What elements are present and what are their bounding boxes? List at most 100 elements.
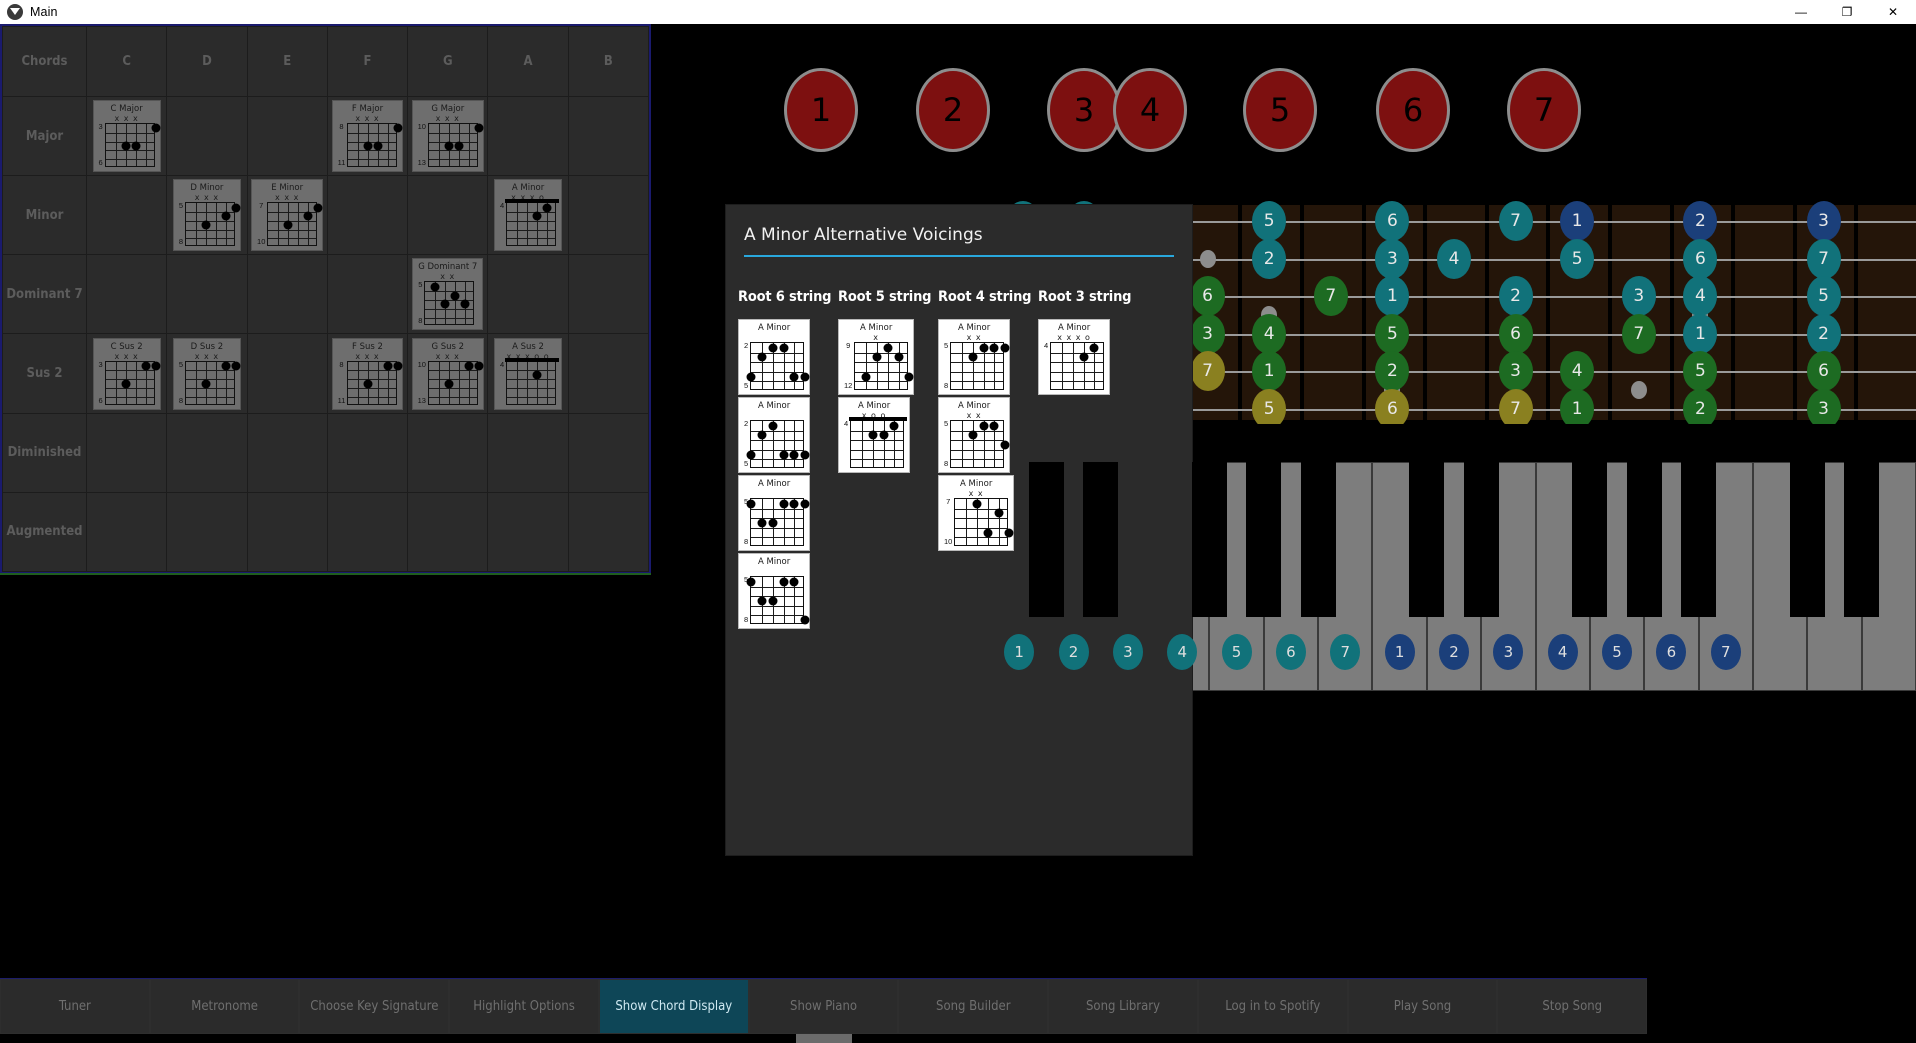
chord-grid-cell[interactable] — [85, 491, 168, 573]
fretboard-note[interactable]: 4 — [1683, 276, 1718, 317]
chord-diagram[interactable]: A Minor x x 7 10 — [938, 475, 1015, 551]
fretboard-note[interactable]: 1 — [1560, 201, 1595, 241]
toolbar-button-show-piano[interactable]: Show Piano — [748, 979, 899, 1034]
chord-grid-cell[interactable] — [85, 254, 168, 335]
fretboard-note[interactable]: 7 — [1190, 351, 1225, 392]
chord-grid-cell[interactable]: D Minor x x x58 — [166, 175, 248, 256]
piano-note-marker[interactable]: 2 — [1439, 634, 1469, 670]
chord-grid-cell[interactable] — [487, 254, 569, 335]
chord-grid-cell[interactable]: C Major x x x36 — [85, 95, 168, 177]
chord-grid-cell[interactable]: F Major x x x 8 11 — [326, 95, 409, 177]
piano-black-key[interactable] — [1300, 462, 1336, 617]
fretboard-note[interactable]: 6 — [1498, 313, 1533, 354]
scale-degree-circle-7[interactable]: 7 — [1507, 68, 1581, 152]
fretboard-note[interactable]: 3 — [1621, 276, 1656, 317]
fretboard-note[interactable]: 2 — [1683, 201, 1718, 241]
chord-grid-cell[interactable]: G Sus 2x x x 10 13 — [407, 333, 489, 414]
chord-grid-cell[interactable] — [326, 491, 409, 573]
piano-black-key[interactable] — [1572, 462, 1608, 617]
toolbar-button-choose-key-signature[interactable]: Choose Key Signature — [299, 979, 450, 1034]
fretboard-note[interactable]: 1 — [1375, 276, 1410, 317]
chord-grid-cell[interactable] — [487, 95, 569, 177]
piano-note-marker[interactable]: 5 — [1602, 634, 1633, 670]
piano-note-marker[interactable]: 4 — [1547, 634, 1578, 670]
fretboard-note[interactable]: 2 — [1252, 238, 1287, 279]
fretboard-note[interactable]: 5 — [1683, 351, 1718, 392]
fretboard-note[interactable]: 3 — [1498, 351, 1533, 392]
chord-diagram[interactable]: G Major x x x 10 13 — [411, 100, 484, 173]
fretboard-note[interactable]: 7 — [1498, 201, 1533, 241]
toolbar-button-tuner[interactable]: Tuner — [0, 979, 150, 1034]
chord-diagram[interactable]: E Minor x x x 7 10 — [251, 179, 324, 252]
chord-diagram[interactable]: A Sus 2x x x o o4 — [493, 337, 563, 410]
chord-grid-cell[interactable] — [246, 254, 328, 335]
fretboard-note[interactable]: 5 — [1560, 238, 1595, 279]
chord-grid-cell[interactable] — [487, 491, 569, 573]
fretboard-note[interactable]: 6 — [1375, 389, 1410, 429]
chord-grid-cell[interactable]: A Minor x x x o4 — [487, 175, 569, 256]
chord-grid-cell[interactable] — [85, 175, 168, 256]
chord-grid-cell[interactable] — [166, 95, 248, 177]
chord-grid-cell[interactable]: A Sus 2x x x o o4 — [487, 333, 569, 414]
chord-grid-cell[interactable] — [326, 412, 409, 493]
fretboard-note[interactable]: 3 — [1806, 201, 1841, 241]
fretboard-note[interactable]: 4 — [1560, 351, 1595, 392]
chord-grid-cell[interactable] — [85, 412, 168, 493]
piano-note-marker[interactable]: 4 — [1167, 634, 1198, 670]
piano-black-key[interactable] — [1463, 462, 1499, 617]
fretboard-note[interactable]: 2 — [1806, 313, 1841, 354]
fretboard-note[interactable]: 4 — [1252, 313, 1287, 354]
piano-black-key[interactable] — [1844, 462, 1880, 617]
fretboard-note[interactable]: 7 — [1621, 313, 1656, 354]
chord-grid-cell[interactable] — [166, 254, 248, 335]
piano-note-marker[interactable]: 6 — [1656, 634, 1687, 670]
piano-note-marker[interactable]: 6 — [1275, 634, 1306, 670]
chord-grid-cell[interactable]: F Sus 2x x x 8 11 — [326, 333, 409, 414]
scale-degree-circle-1[interactable]: 1 — [784, 68, 858, 152]
fretboard-note[interactable]: 2 — [1375, 351, 1410, 392]
chord-grid-cell[interactable]: E Minor x x x 7 10 — [246, 175, 328, 256]
chord-grid-cell[interactable] — [326, 254, 409, 335]
piano-black-key[interactable] — [1246, 462, 1282, 617]
chord-diagram[interactable]: A Minor x x x o4 — [493, 179, 563, 252]
piano-black-key[interactable] — [1028, 462, 1064, 617]
piano-black-key[interactable] — [1789, 462, 1825, 617]
chord-grid-cell[interactable]: G Dominant 7x x58 — [407, 254, 489, 335]
fretboard-note[interactable]: 5 — [1252, 201, 1287, 241]
toolbar-button-song-builder[interactable]: Song Builder — [898, 979, 1049, 1034]
chord-diagram[interactable]: A Minor x x58 — [938, 319, 1011, 395]
chord-grid-cell[interactable] — [407, 412, 489, 493]
chord-diagram[interactable]: C Sus 2x x x36 — [92, 337, 161, 410]
chord-diagram[interactable]: C Major x x x36 — [92, 100, 161, 173]
chord-grid-cell[interactable]: G Major x x x 10 13 — [407, 95, 489, 177]
piano-note-marker[interactable]: 7 — [1330, 634, 1361, 670]
scale-degree-circle-6[interactable]: 6 — [1376, 68, 1450, 152]
fretboard-note[interactable]: 6 — [1806, 351, 1841, 392]
fretboard-note[interactable]: 1 — [1560, 389, 1595, 429]
fretboard-note[interactable]: 4 — [1437, 238, 1471, 279]
chord-diagram[interactable]: A Minor x o o4 — [838, 397, 911, 473]
maximize-button[interactable]: ❐ — [1824, 0, 1870, 24]
chord-grid-cell[interactable] — [246, 491, 328, 573]
scale-degree-circle-2[interactable]: 2 — [916, 68, 990, 152]
chord-grid-cell[interactable] — [487, 412, 569, 493]
piano-note-marker[interactable]: 3 — [1493, 634, 1524, 670]
fretboard-note[interactable]: 6 — [1683, 238, 1718, 279]
fretboard-note[interactable]: 5 — [1806, 276, 1841, 317]
toolbar-button-play-song[interactable]: Play Song — [1347, 979, 1498, 1034]
chord-grid-cell[interactable] — [246, 412, 328, 493]
fretboard-note[interactable]: 1 — [1683, 313, 1718, 354]
chord-grid-cell[interactable] — [407, 491, 489, 573]
fretboard-note[interactable]: 2 — [1683, 389, 1718, 429]
chord-diagram[interactable]: F Major x x x 8 11 — [331, 100, 404, 173]
toolbar-button-show-chord-display[interactable]: Show Chord Display — [598, 979, 749, 1034]
toolbar-button-song-library[interactable]: Song Library — [1048, 979, 1198, 1034]
toolbar-button-log-in-to-spotify[interactable]: Log in to Spotify — [1197, 979, 1348, 1034]
fretboard-note[interactable]: 2 — [1498, 276, 1533, 317]
chord-diagram[interactable]: A Minor 58 — [738, 475, 811, 551]
chord-grid-cell[interactable] — [407, 175, 489, 256]
fretboard-note[interactable]: 6 — [1375, 201, 1410, 241]
chord-grid-cell[interactable] — [567, 333, 650, 414]
toolbar-button-metronome[interactable]: Metronome — [149, 979, 300, 1034]
fretboard-note[interactable]: 3 — [1375, 238, 1410, 279]
